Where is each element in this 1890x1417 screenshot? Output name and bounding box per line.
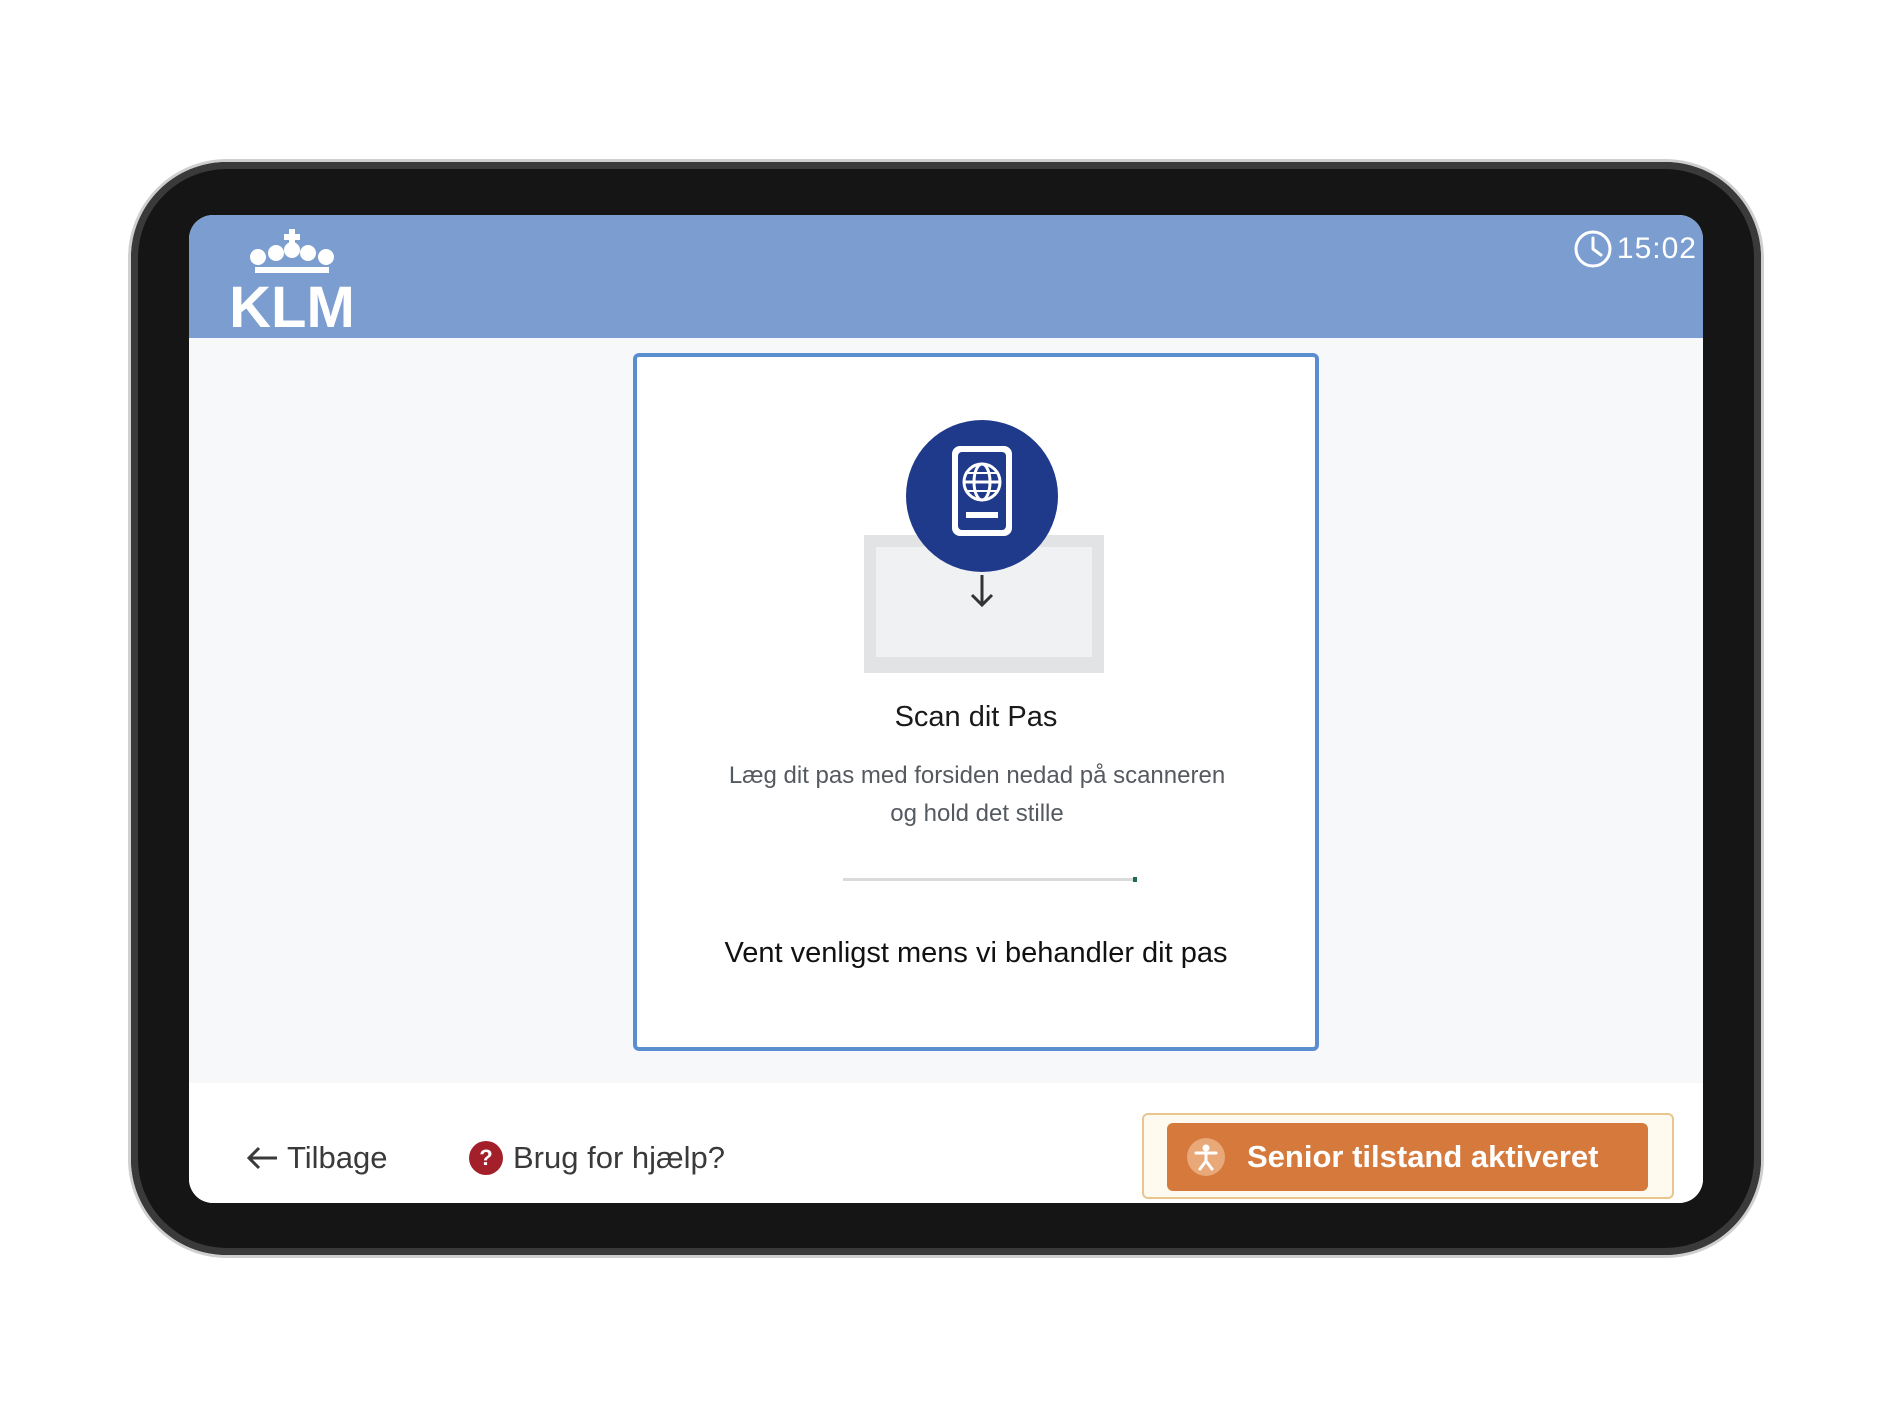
clock-icon: [1574, 230, 1612, 268]
clock-time: 15:02: [1616, 232, 1697, 265]
arrow-left-icon: [246, 1146, 277, 1170]
senior-mode-button[interactable]: Senior tilstand aktiveret: [1167, 1123, 1648, 1191]
scan-passport-card: Scan dit Pas Læg dit pas med forsiden ne…: [633, 353, 1319, 1051]
help-button[interactable]: ? Brug for hjælp?: [469, 1140, 725, 1176]
arrow-down-icon: [970, 575, 994, 608]
senior-mode-container: Senior tilstand aktiveret: [1142, 1113, 1674, 1199]
card-title: Scan dit Pas: [894, 701, 1058, 733]
senior-mode-label: Senior tilstand aktiveret: [1247, 1139, 1599, 1174]
progress-bar: [843, 877, 1137, 882]
help-icon: ?: [469, 1141, 503, 1175]
footer-bar: Tilbage ? Brug for hjælp? Senior tilstan…: [189, 1083, 1703, 1203]
processing-status: Vent venligst mens vi behandler dit pas: [724, 937, 1228, 969]
accessibility-icon: [1187, 1138, 1225, 1176]
card-description: Læg dit pas med forsiden nedad på scanne…: [728, 762, 1226, 827]
clock: 15:02: [1573, 229, 1697, 269]
klm-logo: KLM: [229, 229, 355, 333]
svg-text:KLM: KLM: [229, 275, 355, 333]
back-button[interactable]: Tilbage: [245, 1140, 388, 1176]
passport-icon: [906, 420, 1058, 572]
header-bar: KLM 15:02: [189, 215, 1703, 338]
back-label: Tilbage: [287, 1140, 388, 1175]
help-label: Brug for hjælp?: [513, 1140, 725, 1175]
progress-indicator: [1133, 877, 1137, 882]
kiosk-screen: KLM 15:02 Scan dit Pas Læg dit pas med f…: [189, 215, 1703, 1203]
